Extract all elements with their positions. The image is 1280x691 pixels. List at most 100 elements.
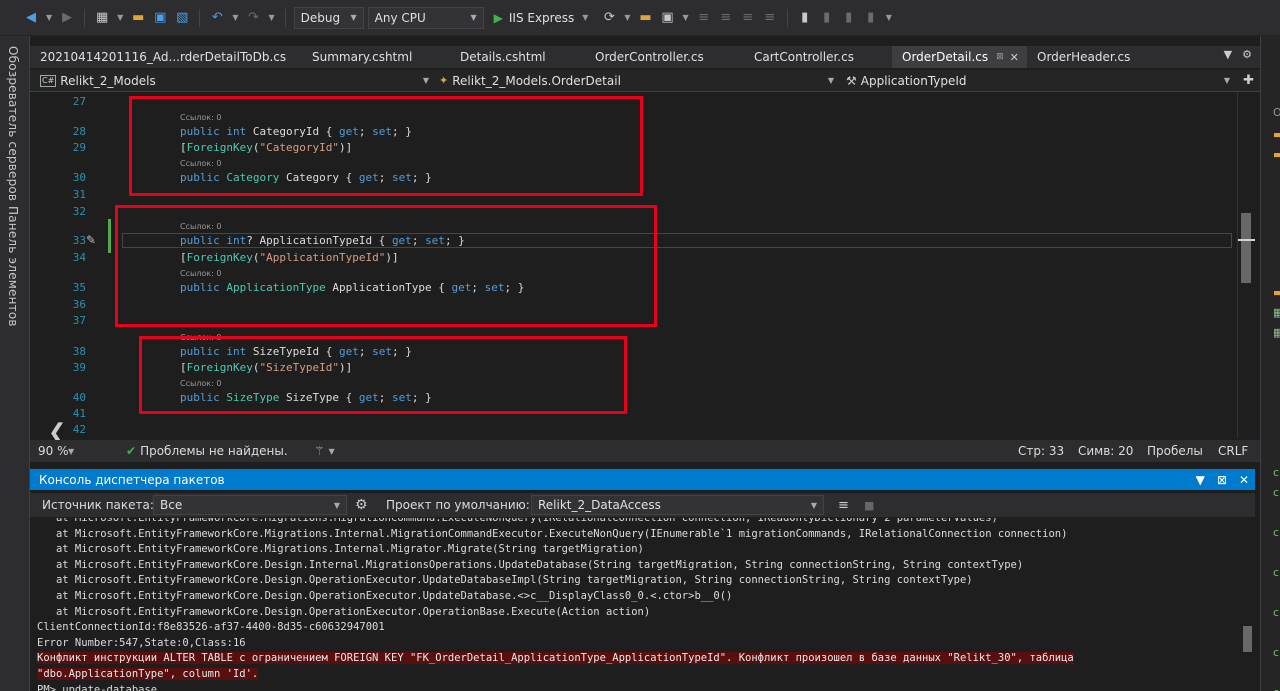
uncomment-icon[interactable]: ≡ — [761, 9, 779, 27]
package-manager-console-title: Консоль диспетчера пакетов ▼ ⊠ ✕ — [30, 469, 1255, 490]
line-ending-indicator[interactable]: CRLF — [1218, 444, 1248, 458]
column-indicator: Симв: 20 — [1078, 444, 1134, 458]
pin-icon[interactable]: ⊠ — [996, 52, 1004, 62]
file-icon[interactable]: c — [1273, 646, 1279, 659]
zoom-level[interactable]: 90 % — [38, 444, 69, 458]
comment-icon[interactable]: ≡ — [739, 9, 757, 27]
code-editor[interactable]: ✎ 27 28 Ссылок: 0 public int CategoryId { g… — [30, 93, 1260, 438]
file-icon[interactable]: c — [1273, 686, 1279, 691]
new-project-icon[interactable]: ▦ — [93, 9, 111, 27]
quick-action-pencil-icon[interactable]: ✎ — [86, 233, 96, 247]
zoom-dropdown-icon[interactable]: ▼ — [68, 447, 74, 456]
clear-console-icon[interactable]: ≡ — [838, 498, 849, 513]
open-folder-icon[interactable]: ▬ — [129, 9, 147, 27]
console-output-line: PM> update-database — [37, 683, 158, 691]
line-number: 31 — [72, 188, 86, 201]
refresh-dropdown-icon[interactable]: ▼ — [624, 13, 630, 22]
file-icon[interactable]: c — [1273, 486, 1279, 499]
undo-icon[interactable]: ↶ — [208, 9, 226, 27]
server-explorer-tab[interactable]: Обозреватель серверов — [6, 46, 20, 201]
bookmark-clear-icon[interactable]: ▮ — [862, 9, 880, 27]
redo-icon[interactable]: ↷ — [244, 9, 262, 27]
tab-order-header[interactable]: OrderHeader.cs — [1027, 46, 1167, 68]
cleanup-brush-icon[interactable]: ⚚ ▾ — [314, 444, 335, 458]
pin-icon[interactable]: ⊠ — [1217, 473, 1227, 487]
solution-configuration-select[interactable]: Debug ▼ — [293, 6, 364, 29]
save-all-icon[interactable]: ▧ — [173, 9, 191, 27]
solution-platform-select[interactable]: Any CPU ▼ — [367, 6, 484, 29]
default-project-select[interactable]: Relikt_2_DataAccess ▼ — [531, 495, 824, 515]
package-source-select[interactable]: Все ▼ — [153, 495, 347, 515]
play-icon: ▶ — [493, 10, 503, 25]
file-icon[interactable]: ▦ — [1273, 326, 1280, 339]
toolbar-overflow-icon[interactable]: ▼ — [886, 13, 892, 22]
file-icon[interactable]: ▦ — [1273, 306, 1280, 319]
forward-icon[interactable]: ▶ — [58, 9, 76, 27]
tab-summary[interactable]: Summary.cshtml — [302, 46, 450, 68]
change-marker — [108, 219, 111, 253]
redo-dropdown-icon[interactable]: ▼ — [268, 13, 274, 22]
folder-icon[interactable]: ▬ — [1273, 286, 1280, 299]
tab-cart-controller[interactable]: CartController.cs — [744, 46, 892, 68]
line-number: 35 — [72, 281, 86, 294]
window-menu-dropdown-icon[interactable]: ▼ — [1196, 473, 1205, 487]
console-error-line: "dbo.ApplicationType", column 'Id'. — [37, 668, 259, 680]
undo-dropdown-icon[interactable]: ▼ — [232, 13, 238, 22]
gear-icon[interactable]: ⚙ — [1242, 48, 1252, 61]
step-icon[interactable]: ≡ — [695, 9, 713, 27]
close-icon[interactable]: ✕ — [1239, 473, 1249, 487]
browser-link-icon[interactable]: ▣ — [659, 9, 677, 27]
project-dropdown[interactable]: C# Relikt_2_Models ▼ — [30, 70, 435, 92]
console-output-line: at Microsoft.EntityFrameworkCore.Design.… — [37, 558, 1024, 571]
browse-folder-icon[interactable]: ▬ — [637, 9, 655, 27]
chevron-down-icon: ▼ — [810, 500, 817, 510]
class-name: Relikt_2_Models.OrderDetail — [452, 73, 621, 88]
scrollbar-thumb[interactable] — [1243, 626, 1252, 652]
member-dropdown[interactable]: ⚒ ApplicationTypeId ▼ — [840, 70, 1236, 92]
bookmark-icon[interactable]: ▮ — [796, 9, 814, 27]
file-icon[interactable]: c — [1273, 606, 1279, 619]
whitespace-indicator[interactable]: Пробелы — [1147, 444, 1203, 458]
class-dropdown[interactable]: ✦ Relikt_2_Models.OrderDetail ▼ — [435, 70, 840, 92]
solution-explorer-panel-edge: O ▬ ▬ ▬ ▦ ▦ c c c c c c c — [1260, 36, 1280, 691]
tab-order-detail[interactable]: OrderDetail.cs ⊠ ✕ — [892, 46, 1027, 68]
bookmark-next-icon[interactable]: ▮ — [840, 9, 858, 27]
console-output-line: at Microsoft.EntityFrameworkCore.Migrati… — [37, 518, 998, 524]
package-manager-output[interactable]: at Microsoft.EntityFrameworkCore.Migrati… — [30, 518, 1240, 691]
editor-vertical-scrollbar[interactable] — [1237, 93, 1255, 438]
file-icon[interactable]: c — [1273, 526, 1279, 539]
issues-indicator[interactable]: ✔ Проблемы не найдены. — [126, 444, 288, 458]
stop-command-icon[interactable]: ■ — [864, 499, 874, 512]
close-icon[interactable]: ✕ — [1010, 51, 1019, 64]
run-button[interactable]: ▶ IIS Express ▼ — [488, 11, 597, 25]
member-name: ApplicationTypeId — [860, 73, 967, 88]
console-vertical-scrollbar[interactable] — [1240, 518, 1255, 691]
bookmark-prev-icon[interactable]: ▮ — [818, 9, 836, 27]
tab-migration[interactable]: 20210414201116_Ad...rderDetailToDb.cs — [30, 46, 302, 68]
toolbox-tab[interactable]: Панель элементов — [6, 206, 20, 327]
package-manager-toolbar: Источник пакета: Все ▼ ⚙ Проект по умолча… — [30, 493, 1255, 517]
chevron-down-icon: ▼ — [350, 13, 357, 22]
tab-list-dropdown-icon[interactable]: ▼ — [1224, 48, 1232, 61]
split-editor-icon[interactable]: ✚ — [1243, 73, 1254, 88]
tab-order-controller[interactable]: OrderController.cs — [585, 46, 744, 68]
back-icon[interactable]: ◀ — [22, 9, 40, 27]
file-icon[interactable]: c — [1273, 566, 1279, 579]
save-icon[interactable]: ▣ — [151, 9, 169, 27]
folder-icon[interactable]: ▬ — [1273, 148, 1280, 161]
scrollbar-thumb[interactable] — [1241, 213, 1251, 283]
breakpoint-icon[interactable]: ≡ — [717, 9, 735, 27]
tab-details[interactable]: Details.cshtml — [450, 46, 585, 68]
folder-icon[interactable]: ▬ — [1273, 128, 1280, 141]
file-icon[interactable]: c — [1273, 466, 1279, 479]
editor-status-bar: 90 % ▼ ✔ Проблемы не найдены. ⚚ ▾ Стр: 3… — [30, 440, 1260, 462]
back-dropdown-icon[interactable]: ▼ — [46, 13, 52, 22]
default-project-label: Проект по умолчанию: — [386, 498, 530, 512]
run-dropdown-icon[interactable]: ▼ — [582, 13, 588, 22]
chevron-down-icon: ▼ — [1223, 76, 1230, 85]
package-source-value: Все — [160, 498, 183, 512]
settings-gear-icon[interactable]: ⚙ — [355, 497, 368, 513]
line-number: 39 — [72, 361, 86, 374]
refresh-icon[interactable]: ⟳ — [600, 9, 618, 27]
new-project-dropdown-icon[interactable]: ▼ — [117, 13, 123, 22]
